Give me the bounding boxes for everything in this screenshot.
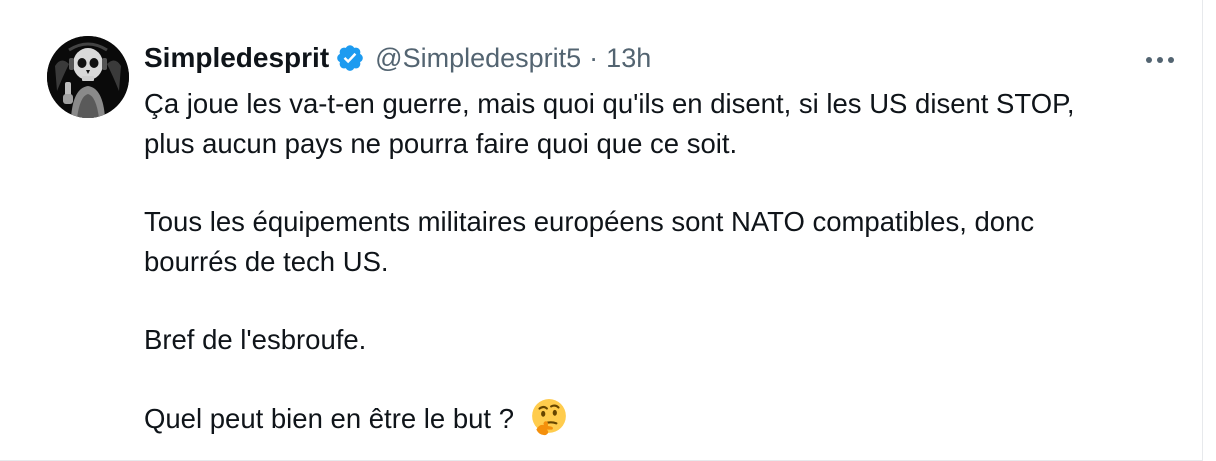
display-name[interactable]: Simpledesprit — [144, 42, 329, 74]
tweet-card[interactable]: Simpledesprit @Simpledesprit5 · 13h Ça j… — [0, 0, 1203, 461]
text-line: Bref de l'esbroufe. — [144, 324, 367, 355]
text-line: Tous les équipements militaires européen… — [144, 206, 1035, 237]
text-line: plus aucun pays ne pourra faire quoi que… — [144, 128, 738, 159]
tweet-text: Ça joue les va-t-en guerre, mais quoi qu… — [144, 84, 1194, 439]
paragraph: Tous les équipements militaires européen… — [144, 202, 1194, 282]
paragraph: Bref de l'esbroufe. — [144, 320, 1194, 360]
user-handle[interactable]: @Simpledesprit5 — [375, 43, 581, 74]
avatar[interactable] — [47, 36, 129, 118]
text-line: Ça joue les va-t-en guerre, mais quoi qu… — [144, 88, 1075, 119]
ellipsis-icon — [1146, 57, 1152, 63]
paragraph: Ça joue les va-t-en guerre, mais quoi qu… — [144, 84, 1194, 164]
more-options-button[interactable] — [1138, 46, 1182, 74]
thinking-face-emoji-icon — [531, 399, 566, 436]
timestamp[interactable]: 13h — [606, 43, 651, 74]
verified-badge-icon[interactable] — [335, 43, 365, 73]
tweet-header: Simpledesprit @Simpledesprit5 · 13h — [144, 38, 651, 78]
text-line: bourrés de tech US. — [144, 246, 389, 277]
text-line: Quel peut bien en être le but ? — [144, 403, 514, 434]
skull-avatar-image — [47, 36, 129, 118]
separator-dot: · — [589, 42, 599, 73]
paragraph: Quel peut bien en être le but ? — [144, 398, 1194, 439]
